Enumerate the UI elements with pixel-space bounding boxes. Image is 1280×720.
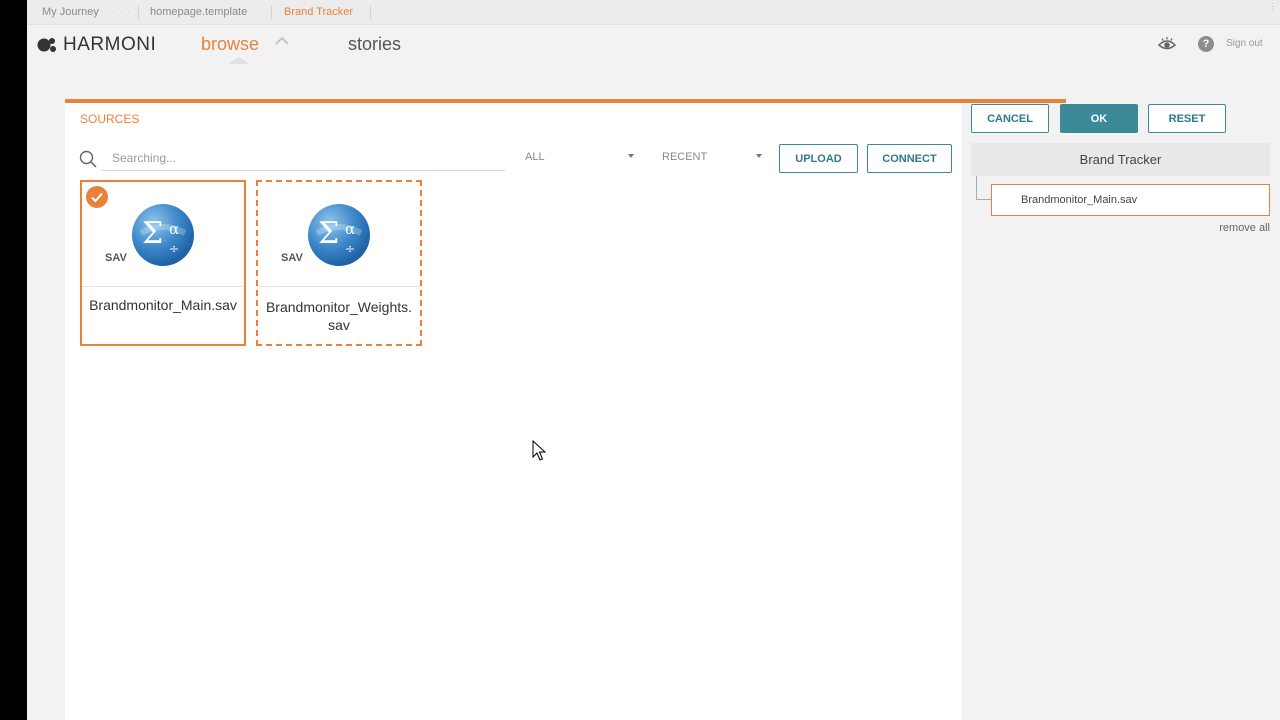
nav-stories[interactable]: stories: [348, 34, 401, 55]
breadcrumb-ellipsis-icon: · · ·: [112, 7, 131, 17]
chevron-down-icon[interactable]: [628, 154, 634, 158]
spss-sigma-icon: Σ α ÷: [132, 204, 194, 266]
file-thumbnail: Σ α ÷ SAV: [258, 182, 420, 287]
upload-button[interactable]: UPLOAD: [779, 144, 858, 173]
svg-text:÷: ÷: [345, 242, 355, 256]
breadcrumb-separator: [271, 6, 272, 19]
search-icon: [79, 150, 97, 168]
file-name: Brandmonitor_Weights.sav: [265, 299, 413, 333]
svg-text:Σ: Σ: [142, 216, 163, 251]
app-header: HARMONI browse stories ? Sign out: [27, 25, 1280, 65]
type-filter-dropdown[interactable]: ALL: [525, 151, 545, 163]
reset-button[interactable]: RESET: [1148, 104, 1226, 133]
svg-text:α: α: [345, 220, 355, 238]
spss-sigma-icon: Σ α ÷: [308, 204, 370, 266]
breadcrumb-homepage-template[interactable]: homepage.template: [150, 6, 247, 18]
nav-active-indicator: [229, 57, 249, 64]
connect-button[interactable]: CONNECT: [867, 144, 952, 173]
sources-title: SOURCES: [80, 112, 140, 126]
breadcrumb-separator: [138, 6, 139, 19]
breadcrumb-bar: My Journey · · · homepage.template Brand…: [27, 0, 1280, 25]
svg-text:Σ: Σ: [318, 216, 339, 251]
file-card-selected[interactable]: Σ α ÷ SAV Brandmonitor_Main.sav: [80, 180, 246, 346]
breadcrumb-brand-tracker[interactable]: Brand Tracker: [284, 6, 353, 18]
app-window: My Journey · · · homepage.template Brand…: [27, 0, 1280, 720]
chevron-up-icon[interactable]: [275, 36, 289, 45]
brand-name: HARMONI: [63, 34, 157, 55]
cancel-button[interactable]: CANCEL: [971, 104, 1049, 133]
selection-panel-title: Brand Tracker: [971, 143, 1270, 176]
sort-filter-dropdown[interactable]: RECENT: [662, 151, 707, 163]
nav-browse[interactable]: browse: [201, 34, 259, 55]
search-input[interactable]: [102, 145, 505, 171]
breadcrumb-separator: [370, 6, 371, 19]
eye-icon[interactable]: [1158, 35, 1176, 53]
file-card[interactable]: Σ α ÷ SAV Brandmonitor_Weights.sav: [256, 180, 422, 346]
file-type-badge: SAV: [281, 252, 303, 264]
svg-text:α: α: [169, 220, 179, 238]
mouse-cursor-icon: [532, 440, 546, 461]
file-type-badge: SAV: [105, 252, 127, 264]
help-icon[interactable]: ?: [1198, 36, 1214, 52]
more-vertical-icon[interactable]: · · ·: [1271, 0, 1274, 14]
sign-out-link[interactable]: Sign out: [1226, 38, 1263, 49]
sources-panel: SOURCES ALL RECENT UPLOAD CONNECT: [65, 103, 962, 720]
breadcrumb-my-journey[interactable]: My Journey: [42, 6, 99, 18]
harmoni-logo[interactable]: HARMONI: [37, 33, 156, 57]
ok-button[interactable]: OK: [1060, 104, 1138, 133]
svg-text:÷: ÷: [169, 242, 179, 256]
checkmark-icon[interactable]: [86, 186, 108, 208]
remove-all-link[interactable]: remove all: [1177, 222, 1270, 234]
logo-mark-icon: [37, 38, 56, 52]
selected-source-item[interactable]: Brandmonitor_Main.sav: [991, 184, 1270, 216]
tree-connector: [976, 176, 991, 200]
chevron-down-icon[interactable]: [756, 154, 762, 158]
file-name: Brandmonitor_Main.sav: [89, 297, 237, 313]
